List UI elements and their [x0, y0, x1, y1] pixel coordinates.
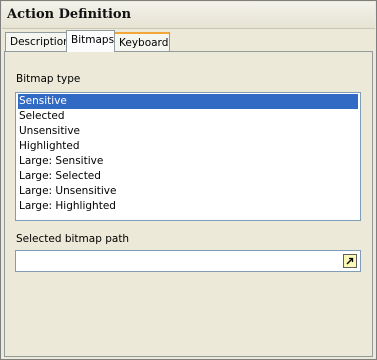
title-bar: Action Definition: [2, 2, 375, 29]
window-title: Action Definition: [7, 7, 132, 22]
list-item[interactable]: Large: Highlighted: [18, 199, 358, 214]
bitmap-type-list[interactable]: Sensitive Selected Unsensitive Highlight…: [15, 92, 361, 221]
bitmap-path-field[interactable]: [15, 250, 361, 272]
list-item[interactable]: Large: Selected: [18, 169, 358, 184]
list-item[interactable]: Highlighted: [18, 139, 358, 154]
action-definition-window: Action Definition Description Bitmaps Ke…: [0, 0, 377, 360]
bitmap-type-label: Bitmap type: [16, 73, 81, 85]
browse-button[interactable]: [343, 254, 357, 268]
tab-keyboard[interactable]: Keyboard: [114, 32, 170, 51]
arrow-browse-icon: [346, 257, 354, 265]
list-item[interactable]: Sensitive: [18, 94, 358, 109]
list-item[interactable]: Large: Sensitive: [18, 154, 358, 169]
tab-description[interactable]: Description: [5, 32, 70, 51]
list-item[interactable]: Large: Unsensitive: [18, 184, 358, 199]
list-item[interactable]: Selected: [18, 109, 358, 124]
list-item[interactable]: Unsensitive: [18, 124, 358, 139]
bitmap-path-label: Selected bitmap path: [16, 233, 130, 245]
tab-bitmaps[interactable]: Bitmaps: [66, 30, 115, 52]
